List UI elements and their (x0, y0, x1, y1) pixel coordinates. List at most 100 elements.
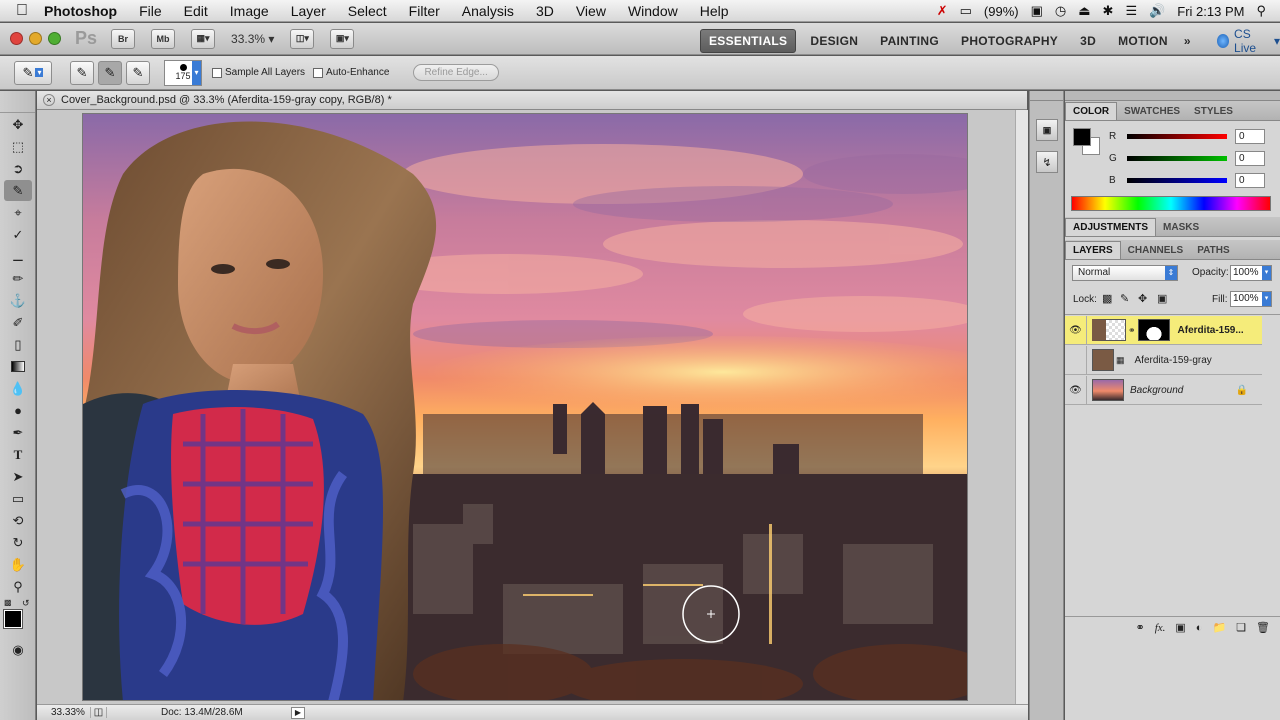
new-group-icon[interactable]: 📁 (1212, 621, 1226, 634)
bluetooth-icon[interactable]: ✱ (1103, 3, 1114, 19)
fill-input[interactable]: 100% ▾ (1230, 291, 1272, 307)
green-slider[interactable] (1127, 155, 1227, 161)
blend-mode-select[interactable]: Normal ⇕ (1072, 265, 1178, 281)
eject-icon[interactable]: ⏏ (1078, 3, 1090, 19)
quick-mask-button[interactable]: ◉ (4, 639, 32, 660)
menu-window[interactable]: Window (628, 3, 678, 19)
script-icon[interactable]: ✗ (937, 3, 948, 19)
layer-visibility-eye-icon[interactable]: 👁 (1065, 375, 1087, 405)
app-menu[interactable]: Photoshop (44, 3, 117, 19)
blue-slider[interactable] (1127, 177, 1227, 183)
lock-pixels-icon[interactable]: ✎ (1120, 292, 1129, 305)
3d-orbit-tool[interactable]: ↻ (4, 532, 32, 553)
new-selection-mode[interactable]: ✎ (70, 60, 94, 85)
red-value-input[interactable]: 0 (1235, 128, 1265, 144)
tab-styles[interactable]: STYLES (1187, 103, 1240, 120)
layer-style-fx-icon[interactable]: fx. (1155, 622, 1166, 634)
layer-row-aferdita-gray[interactable]: ▦ Aferdita-159-gray (1065, 345, 1262, 375)
red-slider[interactable] (1127, 133, 1227, 139)
launch-minibridge-button[interactable]: Mb (151, 28, 176, 49)
wifi-icon[interactable]: ☰ (1125, 3, 1137, 19)
tab-masks[interactable]: MASKS (1156, 219, 1206, 236)
zoom-window-button[interactable] (48, 32, 61, 45)
tab-adjustments[interactable]: ADJUSTMENTS (1065, 218, 1157, 236)
zoom-level-dropdown[interactable]: 33.3% ▾ (231, 32, 274, 46)
close-document-icon[interactable]: × (43, 94, 55, 106)
clock[interactable]: Fri 2:13 PM (1177, 4, 1244, 19)
default-colors-icon[interactable]: ▩ (4, 598, 12, 607)
menu-analysis[interactable]: Analysis (462, 3, 514, 19)
launch-bridge-button[interactable]: Br (111, 28, 136, 49)
close-window-button[interactable] (10, 32, 23, 45)
color-spectrum-ramp[interactable] (1071, 196, 1271, 211)
hand-tool[interactable]: ✋ (4, 554, 32, 575)
minimize-window-button[interactable] (29, 32, 42, 45)
vertical-scrollbar[interactable] (1015, 110, 1028, 704)
lock-position-icon[interactable]: ✥ (1138, 292, 1147, 305)
status-menu-arrow-icon[interactable]: ▶ (291, 706, 305, 719)
workspace-essentials[interactable]: ESSENTIALS (700, 29, 797, 53)
history-brush-tool[interactable]: ✐ (4, 312, 32, 333)
move-tool[interactable]: ✥ (4, 114, 32, 135)
layer-row-background[interactable]: 👁 Background 🔒 (1065, 375, 1262, 405)
workspace-motion[interactable]: MOTION (1110, 30, 1176, 52)
workspace-photography[interactable]: PHOTOGRAPHY (953, 30, 1066, 52)
blue-value-input[interactable]: 0 (1235, 172, 1265, 188)
type-tool[interactable]: T (4, 444, 32, 465)
marquee-tool[interactable]: ⬚ (4, 136, 32, 157)
tab-channels[interactable]: CHANNELS (1121, 242, 1191, 259)
workspace-painting[interactable]: PAINTING (872, 30, 947, 52)
history-panel-button[interactable]: ↯ (1036, 151, 1058, 173)
lasso-tool[interactable]: ➲ (4, 158, 32, 179)
tab-layers[interactable]: LAYERS (1065, 241, 1121, 259)
link-layers-icon[interactable]: ⚭ (1135, 621, 1144, 634)
zoom-tool[interactable]: ⚲ (4, 576, 32, 597)
menu-view[interactable]: View (576, 3, 606, 19)
foreground-color-swatch[interactable] (3, 609, 23, 629)
refine-edge-button[interactable]: Refine Edge... (413, 64, 499, 81)
timemachine-icon[interactable]: ◷ (1055, 3, 1066, 19)
delete-layer-icon[interactable]: 🗑 (1256, 621, 1270, 634)
menu-image[interactable]: Image (230, 3, 269, 19)
layer-row-aferdita-copy[interactable]: 👁 ⚭ Aferdita-159... (1065, 315, 1262, 345)
document-tab[interactable]: × Cover_Background.psd @ 33.3% (Aferdita… (37, 91, 1027, 110)
layer-visibility-empty[interactable] (1065, 345, 1087, 375)
menu-layer[interactable]: Layer (291, 3, 326, 19)
menu-file[interactable]: File (139, 3, 162, 19)
workspace-more-button[interactable]: » (1176, 30, 1199, 52)
clone-stamp-tool[interactable]: ⚓ (4, 290, 32, 311)
auto-enhance-checkbox[interactable] (313, 67, 324, 78)
layer-visibility-eye-icon[interactable]: 👁 (1065, 315, 1087, 345)
brush-picker[interactable]: 175 ▾ (164, 59, 202, 86)
tab-swatches[interactable]: SWATCHES (1117, 103, 1187, 120)
crop-tool[interactable]: ⌖ (4, 202, 32, 223)
gradient-tool[interactable] (4, 356, 32, 377)
arrange-documents-button[interactable]: ◫▾ (290, 28, 315, 49)
menu-help[interactable]: Help (700, 3, 729, 19)
document-canvas[interactable] (82, 113, 968, 701)
display-icon[interactable]: ▣ (1031, 3, 1043, 19)
panel-foreground-swatch[interactable] (1073, 128, 1091, 146)
add-mask-icon[interactable]: ▣ (1175, 621, 1185, 634)
volume-icon[interactable]: 🔊 (1149, 3, 1165, 19)
sample-all-layers-checkbox[interactable] (212, 67, 222, 78)
cs-live-button[interactable]: CS Live ▾ (1216, 27, 1280, 55)
lock-all-icon[interactable]: ▣ (1157, 292, 1167, 305)
lock-transparent-icon[interactable]: ▩ (1102, 292, 1112, 305)
healing-brush-tool[interactable]: ⚊ (4, 246, 32, 267)
workspace-3d[interactable]: 3D (1072, 30, 1104, 52)
minibridge-panel-button[interactable]: ▣ (1036, 119, 1058, 141)
path-selection-tool[interactable]: ➤ (4, 466, 32, 487)
new-adjustment-layer-icon[interactable]: ◐ (1196, 622, 1203, 634)
mask-link-icon[interactable]: ⚭ (1128, 325, 1136, 336)
subtract-from-selection-mode[interactable]: ✎ (126, 60, 150, 85)
status-preview-icon[interactable]: ◫ (91, 707, 107, 718)
workspace-design[interactable]: DESIGN (802, 30, 866, 52)
new-layer-icon[interactable]: ❏ (1236, 621, 1246, 634)
spotlight-icon[interactable]: ⚲ (1256, 3, 1266, 19)
apple-menu-icon[interactable]:  (0, 2, 44, 20)
menu-3d[interactable]: 3D (536, 3, 554, 19)
brush-tool[interactable]: ✏ (4, 268, 32, 289)
add-to-selection-mode[interactable]: ✎ (98, 60, 122, 85)
view-extras-button[interactable]: ▦▾ (191, 28, 216, 49)
